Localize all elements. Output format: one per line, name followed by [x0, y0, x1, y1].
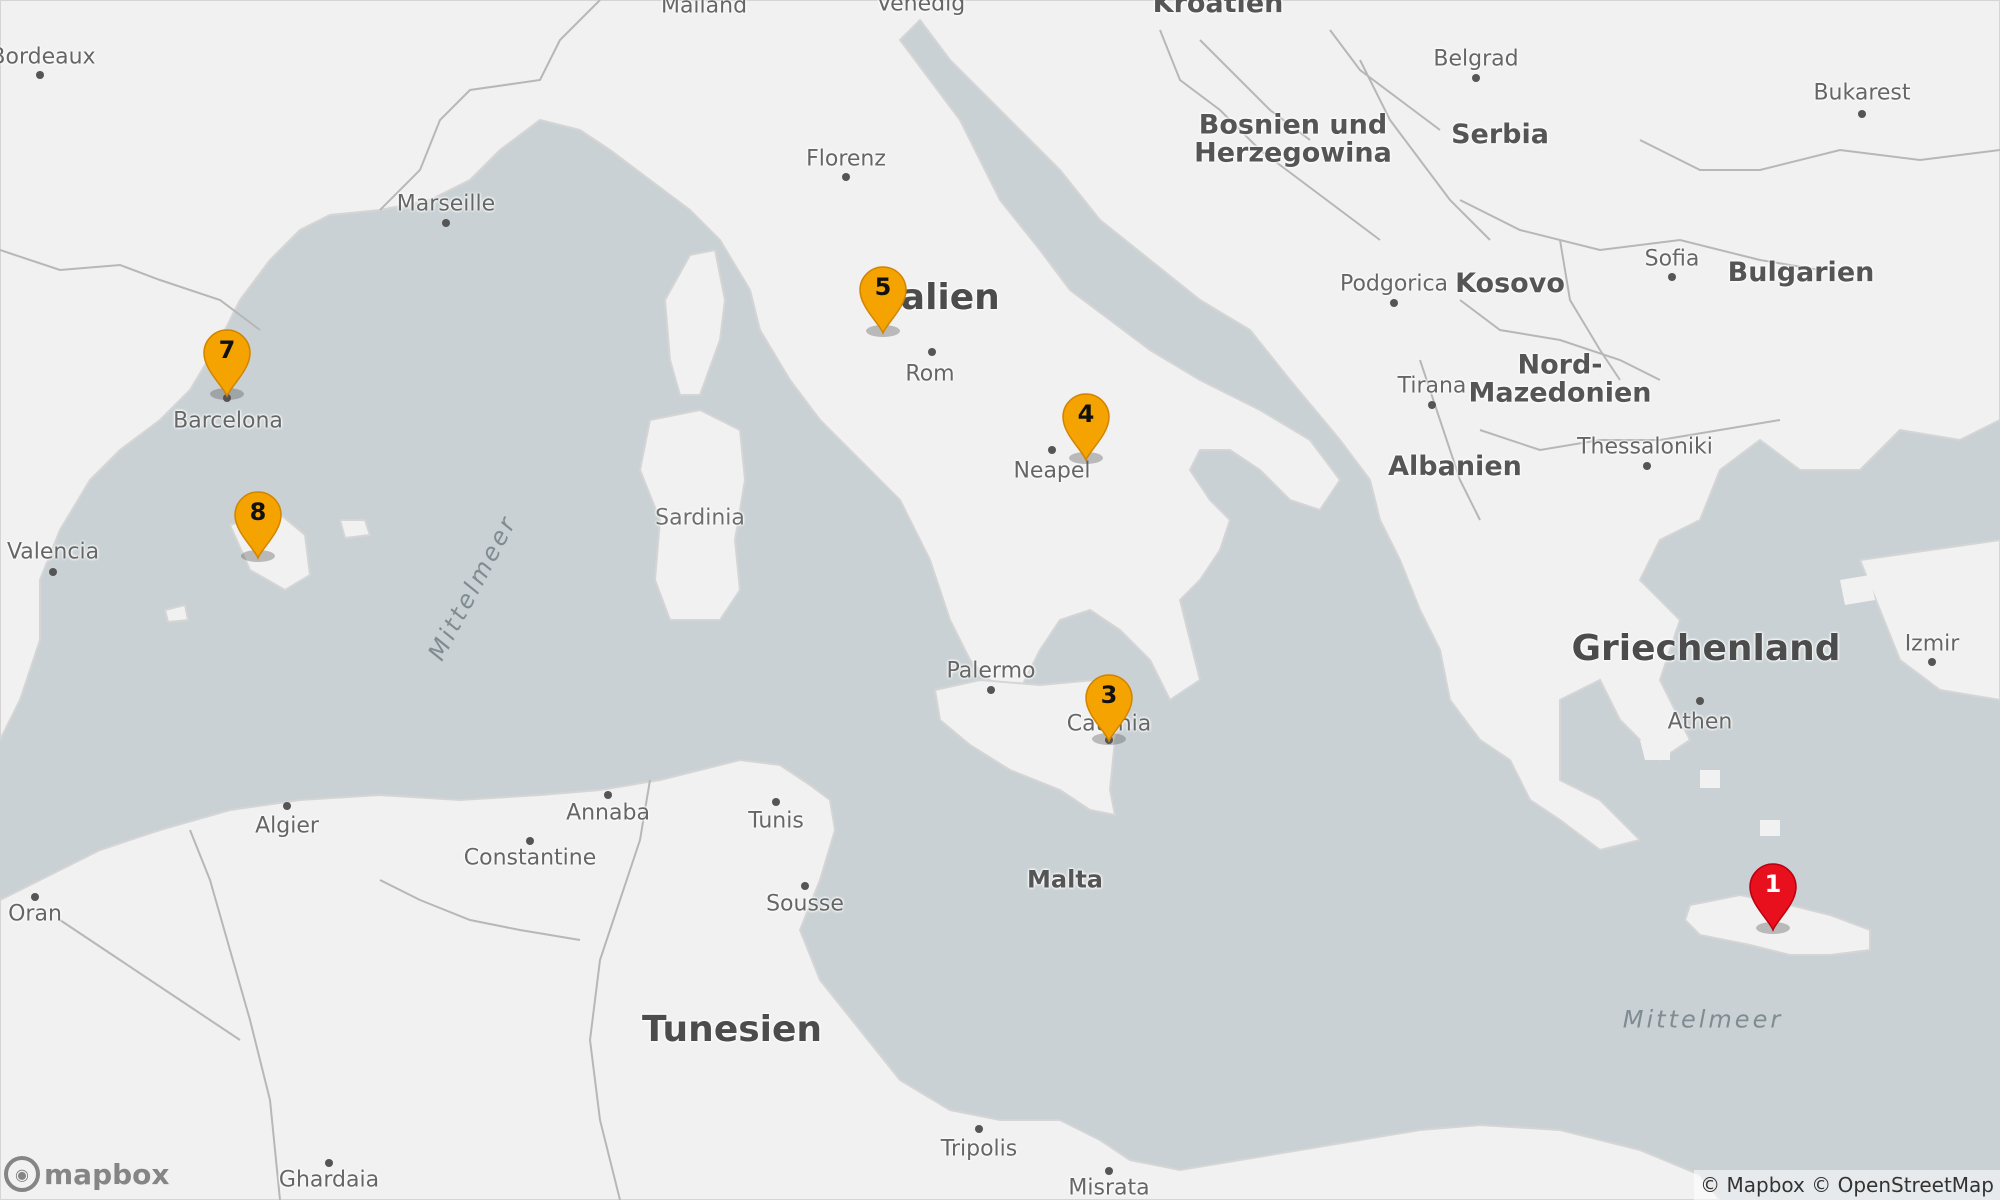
label-serbia: Serbia	[1451, 118, 1549, 150]
city-dot-bukarest	[1858, 110, 1866, 118]
label-albanien: Albanien	[1388, 450, 1522, 482]
label-kosovo: Kosovo	[1455, 267, 1565, 299]
label-algier: Algier	[255, 813, 319, 839]
city-dot-izmir	[1928, 658, 1936, 666]
city-dot-ghardaia	[325, 1159, 333, 1167]
label-belgrad: Belgrad	[1433, 46, 1519, 72]
label-griechenland: Griechenland	[1571, 628, 1841, 670]
label-athen: Athen	[1667, 709, 1733, 735]
label-sousse: Sousse	[766, 891, 844, 917]
label-bosnien: Bosnien und Herzegowina	[1194, 109, 1392, 169]
label-palermo: Palermo	[946, 658, 1036, 684]
city-dot-rom	[928, 348, 936, 356]
city-dot-algier	[283, 802, 291, 810]
map-marker-3[interactable]: 3	[1082, 671, 1136, 745]
label-mailand: Mailand	[660, 0, 748, 19]
city-dot-neapel	[1048, 446, 1056, 454]
city-dot-athen	[1696, 697, 1704, 705]
marker-number: 1	[1764, 870, 1782, 898]
city-dot-tirana	[1428, 401, 1436, 409]
city-dot-tunis	[772, 798, 780, 806]
label-constantine: Constantine	[463, 845, 597, 871]
label-misrata: Misrata	[1068, 1175, 1150, 1200]
label-malta: Malta	[1027, 865, 1103, 894]
label-florenz: Florenz	[806, 146, 886, 172]
map-marker-5[interactable]: 5	[856, 263, 910, 337]
label-rom: Rom	[905, 361, 955, 387]
label-venedig: Venedig	[876, 0, 966, 17]
label-tirana: Tirana	[1397, 373, 1467, 399]
city-dot-sofia	[1668, 273, 1676, 281]
city-dot-constantine	[526, 837, 534, 845]
map-attribution[interactable]: © Mapbox © OpenStreetMap	[1694, 1170, 2000, 1200]
label-ghardaia: Ghardaia	[278, 1167, 380, 1193]
city-dot-annaba	[604, 791, 612, 799]
city-dot-valencia	[49, 568, 57, 576]
label-oran: Oran	[8, 901, 62, 927]
label-thessaloniki: Thessaloniki	[1577, 434, 1713, 460]
label-podgorica: Podgorica	[1339, 271, 1449, 297]
label-valencia: Valencia	[6, 539, 100, 565]
label-tripolis: Tripolis	[940, 1136, 1018, 1162]
label-izmir: Izmir	[1904, 631, 1960, 657]
label-annaba: Annaba	[566, 800, 650, 826]
label-bukarest: Bukarest	[1813, 80, 1911, 106]
map-marker-4[interactable]: 4	[1059, 390, 1113, 464]
label-sofia: Sofia	[1644, 246, 1700, 272]
label-tunesien: Tunesien	[641, 1009, 823, 1051]
city-dot-sousse	[801, 882, 809, 890]
city-dot-misrata	[1105, 1167, 1113, 1175]
city-dot-florenz	[842, 173, 850, 181]
marker-number: 8	[249, 498, 267, 526]
city-dot-bordeaux	[36, 71, 44, 79]
map-marker-1[interactable]: 1	[1746, 860, 1800, 934]
label-kroatien: Kroatien	[1152, 0, 1284, 19]
label-sardinia: Sardinia	[655, 505, 745, 531]
city-dot-belgrad	[1472, 74, 1480, 82]
label-mittelmeer-east: Mittelmeer	[1622, 1005, 1784, 1034]
label-marseille: Marseille	[396, 191, 496, 217]
city-dot-podgorica	[1390, 299, 1398, 307]
marker-number: 7	[218, 336, 236, 364]
marker-number: 4	[1077, 400, 1095, 428]
label-barcelona: Barcelona	[173, 408, 283, 434]
label-nordmazedonien: Nord- Mazedonien	[1468, 349, 1652, 409]
city-dot-marseille	[442, 219, 450, 227]
city-dot-thessaloniki	[1643, 462, 1651, 470]
label-tunis: Tunis	[748, 808, 804, 834]
map-canvas[interactable]: Bordeaux Marseille Barcelona Valencia Fl…	[0, 0, 2000, 1200]
label-bordeaux: Bordeaux	[0, 44, 96, 70]
city-dot-oran	[31, 893, 39, 901]
city-dot-palermo	[987, 686, 995, 694]
label-bulgarien: Bulgarien	[1727, 256, 1875, 288]
marker-number: 5	[874, 273, 892, 301]
city-dot-tripolis	[975, 1125, 983, 1133]
mapbox-logo[interactable]: ◉ mapbox	[4, 1156, 169, 1192]
map-marker-7[interactable]: 7	[200, 326, 254, 400]
map-marker-8[interactable]: 8	[231, 488, 285, 562]
mapbox-logo-icon: ◉	[4, 1156, 40, 1192]
marker-number: 3	[1100, 681, 1118, 709]
mapbox-logo-text: mapbox	[44, 1157, 170, 1191]
